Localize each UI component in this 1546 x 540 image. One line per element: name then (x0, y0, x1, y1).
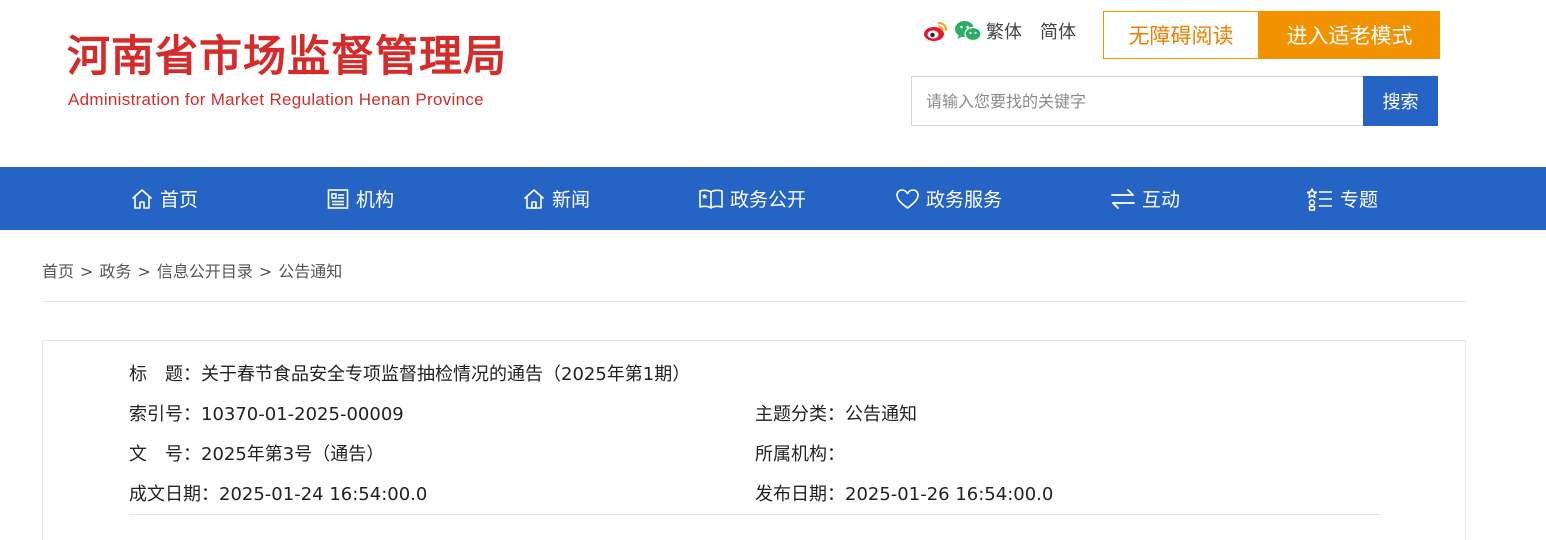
nav-item-gov-affairs-open[interactable]: 政务公开 (698, 167, 806, 230)
info-published-label: 发布日期： (755, 484, 845, 505)
nav-item-gov-services[interactable]: 政务服务 (895, 167, 1002, 230)
search-input[interactable] (911, 76, 1364, 126)
elder-mode-button[interactable]: 进入适老模式 (1259, 11, 1440, 59)
nav-item-label: 新闻 (552, 189, 591, 211)
info-doc-no-value: 2025年第3号（通告） (201, 444, 385, 465)
info-org-label: 所属机构： (755, 444, 845, 465)
home-icon (130, 187, 154, 211)
info-published-value: 2025-01-26 16:54:00.0 (845, 484, 1054, 505)
lang-simplified-link[interactable]: 简体 (1040, 20, 1076, 46)
info-doc-no-label: 文 号： (129, 444, 201, 465)
breadcrumb-item-catalog[interactable]: 信息公开目录 (157, 262, 253, 281)
breadcrumb-divider (42, 301, 1466, 302)
info-category-value: 公告通知 (845, 404, 917, 425)
info-doc-no-row: 文 号：2025年第3号（通告） (129, 442, 384, 468)
search-button[interactable]: 搜索 (1363, 76, 1438, 126)
nav-item-label: 专题 (1340, 189, 1379, 211)
breadcrumb-item-home[interactable]: 首页 (42, 262, 74, 281)
nav-item-topics[interactable]: 专题 (1306, 167, 1378, 230)
exchange-arrows-icon (1110, 187, 1136, 211)
info-published-row: 发布日期：2025-01-26 16:54:00.0 (755, 482, 1053, 508)
organization-icon (326, 187, 350, 211)
breadcrumb-item-notices[interactable]: 公告通知 (278, 262, 342, 281)
nav-item-label: 政务服务 (926, 189, 1003, 211)
breadcrumb-item-gov[interactable]: 政务 (99, 262, 131, 281)
info-title-value: 关于春节食品安全专项监督抽检情况的通告（2025年第1期） (201, 364, 691, 385)
nav-item-interaction[interactable]: 互动 (1110, 167, 1180, 230)
nav-item-news[interactable]: 新闻 (522, 167, 590, 230)
breadcrumb-separator: > (137, 262, 151, 281)
wechat-icon[interactable] (954, 19, 982, 47)
site-logo-subtitle: Administration for Market Regulation Hen… (68, 90, 484, 109)
info-divider (129, 514, 1381, 515)
info-created-label: 成文日期： (129, 484, 219, 505)
nav-item-label: 首页 (160, 189, 199, 211)
news-icon (522, 187, 546, 211)
main-nav: 首页 机构 新闻 政务公开 政务服务 互动 专题 (0, 167, 1546, 230)
info-title-label: 标 题： (129, 364, 201, 385)
info-org-row: 所属机构： (755, 442, 845, 468)
document-info-panel: 标 题：关于春节食品安全专项监督抽检情况的通告（2025年第1期） 索引号：10… (42, 340, 1466, 540)
nav-item-organization[interactable]: 机构 (326, 167, 394, 230)
info-index-row: 索引号：10370-01-2025-00009 (129, 402, 404, 428)
nav-item-label: 政务公开 (730, 189, 807, 211)
info-category-row: 主题分类：公告通知 (755, 402, 917, 428)
site-header: 河南省市场监督管理局 Administration for Market Reg… (0, 0, 1546, 167)
nav-item-label: 互动 (1142, 189, 1181, 211)
breadcrumb-separator: > (80, 262, 94, 281)
info-index-value: 10370-01-2025-00009 (201, 404, 404, 425)
breadcrumb-separator: > (258, 262, 273, 281)
info-created-value: 2025-01-24 16:54:00.0 (219, 484, 428, 505)
site-logo-title[interactable]: 河南省市场监督管理局 (67, 31, 507, 83)
nav-item-home[interactable]: 首页 (130, 167, 198, 230)
nav-item-label: 机构 (356, 189, 395, 211)
social-links (922, 20, 982, 46)
heart-icon (895, 187, 920, 211)
accessible-reading-button[interactable]: 无障碍阅读 (1103, 11, 1259, 59)
weibo-icon[interactable] (922, 19, 948, 47)
lang-traditional-link[interactable]: 繁体 (986, 20, 1022, 46)
topic-list-icon (1306, 187, 1334, 211)
info-created-row: 成文日期：2025-01-24 16:54:00.0 (129, 482, 427, 508)
info-index-label: 索引号： (129, 404, 201, 425)
open-book-icon (698, 187, 724, 211)
info-title-row: 标 题：关于春节食品安全专项监督抽检情况的通告（2025年第1期） (129, 362, 690, 388)
info-category-label: 主题分类： (755, 404, 845, 425)
breadcrumb: 首页 > 政务 > 信息公开目录 > 公告通知 (42, 261, 342, 283)
